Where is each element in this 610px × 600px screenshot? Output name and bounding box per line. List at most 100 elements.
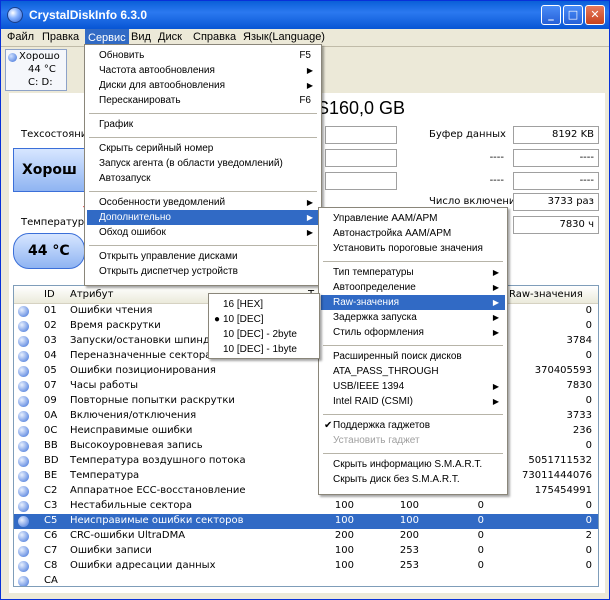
check-icon: ● xyxy=(214,314,221,325)
table-row[interactable]: 0C Неисправимые ошибки 236 xyxy=(14,424,598,439)
menu-disk[interactable]: Диск xyxy=(158,31,182,43)
menu-item-label: Диски для автообновления xyxy=(99,80,226,91)
cell-worst: 200 xyxy=(399,530,419,541)
table-row[interactable]: C5 Неисправимые ошибки секторов 100 100 0 0 xyxy=(14,514,598,529)
menu-raw-values[interactable]: Raw-значения ▶ xyxy=(321,295,505,310)
temperature-value: 44 °C xyxy=(13,233,85,269)
table-row[interactable]: C7 Ошибки записи 100 253 0 0 xyxy=(14,544,598,559)
cell-raw: 370405593 xyxy=(534,365,592,376)
menu-open-disk-management[interactable]: Открыть управление дисками xyxy=(87,249,319,264)
menu-item-label: Стиль оформления xyxy=(333,327,424,338)
header-raw[interactable]: Raw-значения xyxy=(509,289,583,300)
shortcut-label: F6 xyxy=(299,95,311,106)
menu-autostart[interactable]: Автозапуск xyxy=(87,171,319,186)
status-dot-icon xyxy=(18,396,29,407)
submenu-arrow-icon: ▶ xyxy=(306,228,313,237)
drive-temp: 44 °C xyxy=(28,64,56,75)
maximize-button[interactable]: □ xyxy=(563,5,583,25)
menu-language[interactable]: Язык(Language) xyxy=(243,31,325,43)
table-row[interactable]: C2Аппаратное ECC-восстановление606001754… xyxy=(14,484,598,499)
temperature-label: Температура xyxy=(21,217,91,228)
menu-auto-detect[interactable]: Автоопределение ▶ xyxy=(321,280,505,295)
table-row[interactable]: BD Температура воздушного потока 505171153… xyxy=(14,454,598,469)
header-attribute[interactable]: Атрибут xyxy=(70,289,113,300)
cell-raw: 3784 xyxy=(566,335,592,346)
table-row[interactable]: 07 Часы работы 7830 xyxy=(14,379,598,394)
menu-start-agent[interactable]: Запуск агента (в области уведомлений) xyxy=(87,156,319,171)
cell-id: 02 xyxy=(44,320,57,331)
menu-view[interactable]: Вид xyxy=(131,31,151,43)
menu-hide-serial[interactable]: Скрыть серийный номер xyxy=(87,141,319,156)
menu-hide-disk-without-smart[interactable]: Скрыть диск без S.M.A.R.T. xyxy=(321,472,505,487)
dash-3: ---- xyxy=(429,172,509,190)
menu-item-label: Скрыть диск без S.M.A.R.T. xyxy=(333,474,460,485)
cell-raw: 236 xyxy=(572,425,592,436)
menu-raw-dec-1byte[interactable]: 10 [DEC] - 1byte xyxy=(211,342,317,357)
menu-temperature-type[interactable]: Тип температуры ▶ xyxy=(321,265,505,280)
menu-open-device-manager[interactable]: Открыть диспетчер устройств xyxy=(87,264,319,279)
menu-item-label: Открыть управление дисками xyxy=(99,251,238,262)
menu-file[interactable]: Файл xyxy=(7,31,34,43)
menu-raw-dec-2byte[interactable]: 10 [DEC] - 2byte xyxy=(211,327,317,342)
cell-raw: 0 xyxy=(585,320,592,331)
cell-attribute: Неисправимые ошибки секторов xyxy=(70,515,244,526)
cell-attribute: Ошибки чтения xyxy=(70,305,153,316)
menu-theme[interactable]: Стиль оформления ▶ xyxy=(321,325,505,340)
menu-startup-delay[interactable]: Задержка запуска ▶ xyxy=(321,310,505,325)
table-row[interactable]: 0A Включения/отключения 3733 xyxy=(14,409,598,424)
table-row[interactable]: C8 Ошибки адресации данных 100 253 0 0 xyxy=(14,559,598,574)
health-status[interactable]: Хорош xyxy=(13,148,85,192)
status-dot-icon xyxy=(18,516,29,527)
status-dot-icon xyxy=(8,53,17,62)
cell-raw: 3733 xyxy=(566,410,592,421)
menu-auto-refresh-disks[interactable]: Диски для автообновления ▶ xyxy=(87,78,319,93)
submenu-arrow-icon: ▶ xyxy=(492,382,499,391)
table-row[interactable]: 05 Ошибки позиционирования 370405593 xyxy=(14,364,598,379)
menu-set-thresholds[interactable]: Установить пороговые значения xyxy=(321,241,505,256)
menu-auto-refresh-rate[interactable]: Частота автообновления ▶ xyxy=(87,63,319,78)
menu-rescan[interactable]: Пересканировать F6 xyxy=(87,93,319,108)
menu-separator xyxy=(89,113,317,114)
status-dot-icon xyxy=(18,426,29,437)
table-row[interactable]: C6 CRC-ошибки UltraDMA 200 200 0 2 xyxy=(14,529,598,544)
menu-notification-features[interactable]: Особенности уведомлений ▶ xyxy=(87,195,319,210)
menu-intel-raid[interactable]: Intel RAID (CSMI) ▶ xyxy=(321,394,505,409)
cell-current: 100 xyxy=(334,500,354,511)
menu-edit[interactable]: Правка xyxy=(42,31,79,43)
menu-usb-ieee1394[interactable]: USB/IEEE 1394 ▶ xyxy=(321,379,505,394)
close-button[interactable]: ✕ xyxy=(585,5,605,25)
menu-hide-smart-info[interactable]: Скрыть информацию S.M.A.R.T. xyxy=(321,457,505,472)
header-id[interactable]: ID xyxy=(44,289,55,300)
menu-raw-hex[interactable]: 16 [HEX] xyxy=(211,297,317,312)
menu-extended-disk-search[interactable]: Расширенный поиск дисков xyxy=(321,349,505,364)
menu-advanced[interactable]: Дополнительно ▶ xyxy=(87,210,319,225)
menu-raw-dec[interactable]: 10 [DEC] ● xyxy=(211,312,317,327)
menu-item-label: Открыть диспетчер устройств xyxy=(99,266,238,277)
menu-graph[interactable]: График xyxy=(87,117,319,132)
drive-button[interactable]: Хорошо 44 °C C: D: xyxy=(5,49,67,91)
menu-workaround[interactable]: Обход ошибок ▶ xyxy=(87,225,319,240)
window-title: CrystalDiskInfo 6.3.0 xyxy=(29,8,148,22)
status-dot-icon xyxy=(18,351,29,362)
minimize-button[interactable]: _ xyxy=(541,5,561,25)
table-row[interactable]: CA xyxy=(14,574,598,586)
table-row[interactable]: BB Высокоуровневая запись 0 xyxy=(14,439,598,454)
menu-ata-pass-through[interactable]: ATA_PASS_THROUGH xyxy=(321,364,505,379)
cell-raw: 0 xyxy=(585,560,592,571)
menu-item-label: График xyxy=(99,119,134,130)
table-row[interactable]: 09 Повторные попытки раскрутки 0 xyxy=(14,394,598,409)
submenu-arrow-icon: ▶ xyxy=(492,298,499,307)
dash-2: ---- xyxy=(513,149,599,167)
cell-current: 100 xyxy=(334,560,354,571)
menu-help[interactable]: Справка xyxy=(193,31,236,43)
menu-refresh[interactable]: Обновить F5 xyxy=(87,48,319,63)
menu-aam-apm-control[interactable]: Управление AAM/APM xyxy=(321,211,505,226)
menu-aam-apm-auto[interactable]: Автонастройка AAM/APM xyxy=(321,226,505,241)
table-row[interactable]: BE Температура 73011444076 xyxy=(14,469,598,484)
menu-gadget-support[interactable]: Поддержка гаджетов ✔ xyxy=(321,418,505,433)
drive-letter: C: D: xyxy=(28,77,53,88)
buffer-label: Буфер данных xyxy=(429,129,506,140)
menu-item-label: Дополнительно xyxy=(99,212,171,223)
table-row[interactable]: C3 Нестабильные сектора 100 100 0 0 xyxy=(14,499,598,514)
menu-separator xyxy=(323,453,503,454)
